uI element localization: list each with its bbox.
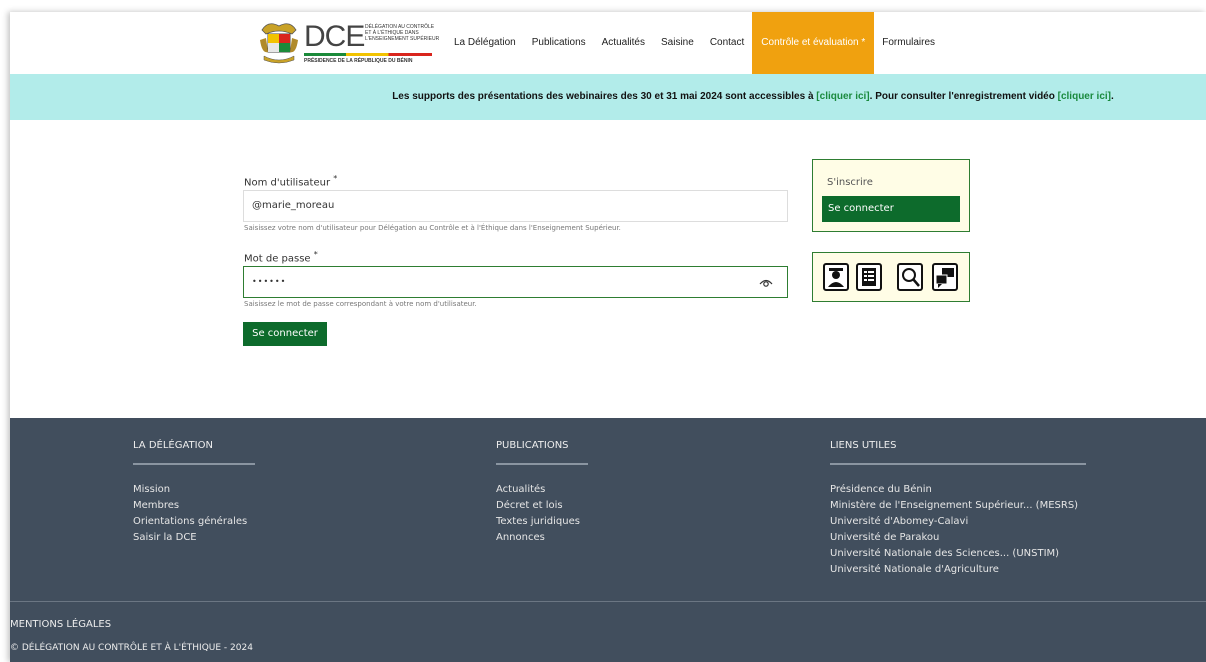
footer-title-publications: PUBLICATIONS [496, 440, 569, 451]
password-label: Mot de passe * [244, 250, 318, 264]
footer-list-liens: Présidence du Bénin Ministère de l'Ensei… [830, 482, 1078, 578]
footer-divider [133, 463, 255, 465]
graduate-icon[interactable] [823, 263, 849, 291]
form-checklist-icon[interactable] [856, 263, 882, 291]
tools-box [812, 252, 970, 302]
footer-link-textes[interactable]: Textes juridiques [496, 514, 580, 530]
search-document-icon[interactable] [897, 263, 923, 291]
nav-formulaires[interactable]: Formulaires [874, 12, 943, 74]
announcement-banner: Les supports des présentations des webin… [10, 74, 1206, 120]
legal-notice-link[interactable]: MENTIONS LÉGALES [10, 619, 111, 630]
login-link[interactable]: Se connecter [822, 196, 960, 222]
footer-list-delegation: Mission Membres Orientations générales S… [133, 482, 247, 546]
logo-presidency: PRÉSIDENCE DE LA RÉPUBLIQUE DU BÉNIN [304, 58, 413, 64]
username-input[interactable]: @marie_moreau [243, 190, 788, 222]
nav-la-delegation[interactable]: La Délégation [446, 12, 524, 74]
nav-actualites[interactable]: Actualités [594, 12, 653, 74]
nav-publications[interactable]: Publications [524, 12, 594, 74]
footer-title-delegation: LA DÉLÉGATION [133, 440, 213, 451]
footer-link-annonces[interactable]: Annonces [496, 530, 580, 546]
nav-contact[interactable]: Contact [702, 12, 752, 74]
main-nav: La Délégation Publications Actualités Sa… [446, 12, 943, 74]
nav-saisine[interactable]: Saisine [653, 12, 702, 74]
footer-list-publications: Actualités Décret et lois Textes juridiq… [496, 482, 580, 546]
footer-link-membres[interactable]: Membres [133, 498, 247, 514]
required-mark: * [333, 174, 338, 183]
footer-link-decret[interactable]: Décret et lois [496, 498, 580, 514]
account-box: S'inscrire Se connecter [812, 159, 970, 232]
username-hint: Saisissez votre nom d'utilisateur pour D… [244, 224, 621, 232]
site-header: DCE Délégation au contrôle et à l'éthiqu… [10, 12, 1206, 74]
password-input[interactable]: •••••• [243, 266, 788, 298]
footer-link-unstim[interactable]: Université Nationale des Sciences... (UN… [830, 546, 1078, 562]
password-hint: Saisissez le mot de passe correspondant … [244, 300, 477, 308]
username-label: Nom d'utilisateur * [244, 174, 337, 188]
benin-coat-of-arms-icon [260, 23, 298, 64]
footer-title-liens: LIENS UTILES [830, 440, 897, 451]
copyright: © DÉLÉGATION AU CONTRÔLE ET À L'ÉTHIQUE … [10, 643, 253, 653]
username-label-text: Nom d'utilisateur [244, 177, 331, 189]
eye-icon[interactable] [759, 278, 773, 288]
flag-stripe [304, 53, 432, 56]
footer-link-orientations[interactable]: Orientations générales [133, 514, 247, 530]
footer-separator [10, 601, 1206, 602]
logo-tagline: Délégation au contrôle et à l'éthique da… [365, 24, 440, 42]
footer-link-parakou[interactable]: Université de Parakou [830, 530, 1078, 546]
banner-link-supports[interactable]: [cliquer ici] [816, 91, 869, 102]
footer-link-actualites[interactable]: Actualités [496, 482, 580, 498]
nav-controle-evaluation[interactable]: Contrôle et évaluation * [752, 12, 875, 74]
banner-text: Les supports des présentations des webin… [392, 91, 817, 102]
footer-link-una[interactable]: Université Nationale d'Agriculture [830, 562, 1078, 578]
page: DCE Délégation au contrôle et à l'éthiqu… [10, 12, 1206, 662]
footer-link-saisir[interactable]: Saisir la DCE [133, 530, 247, 546]
site-footer: LA DÉLÉGATION Mission Membres Orientatio… [10, 418, 1206, 662]
login-submit-button[interactable]: Se connecter [243, 322, 327, 346]
footer-link-mission[interactable]: Mission [133, 482, 247, 498]
footer-link-mesrs[interactable]: Ministère de l'Enseignement Supérieur...… [830, 498, 1078, 514]
banner-text-end: . [1111, 91, 1114, 102]
password-label-text: Mot de passe [244, 253, 311, 265]
banner-link-video[interactable]: [cliquer ici] [1058, 91, 1111, 102]
password-value: •••••• [252, 277, 287, 286]
banner-text-middle: . Pour consulter l'enregistrement vidéo [869, 91, 1058, 102]
footer-divider [496, 463, 588, 465]
footer-link-presidence[interactable]: Présidence du Bénin [830, 482, 1078, 498]
footer-link-uac[interactable]: Université d'Abomey-Calavi [830, 514, 1078, 530]
dce-logo[interactable]: DCE Délégation au contrôle et à l'éthiqu… [258, 20, 440, 68]
chat-bubbles-icon[interactable] [932, 263, 958, 291]
footer-divider [830, 463, 1086, 465]
register-link[interactable]: S'inscrire [827, 177, 873, 188]
logo-wordmark: DCE [304, 20, 365, 53]
required-mark: * [313, 250, 318, 259]
